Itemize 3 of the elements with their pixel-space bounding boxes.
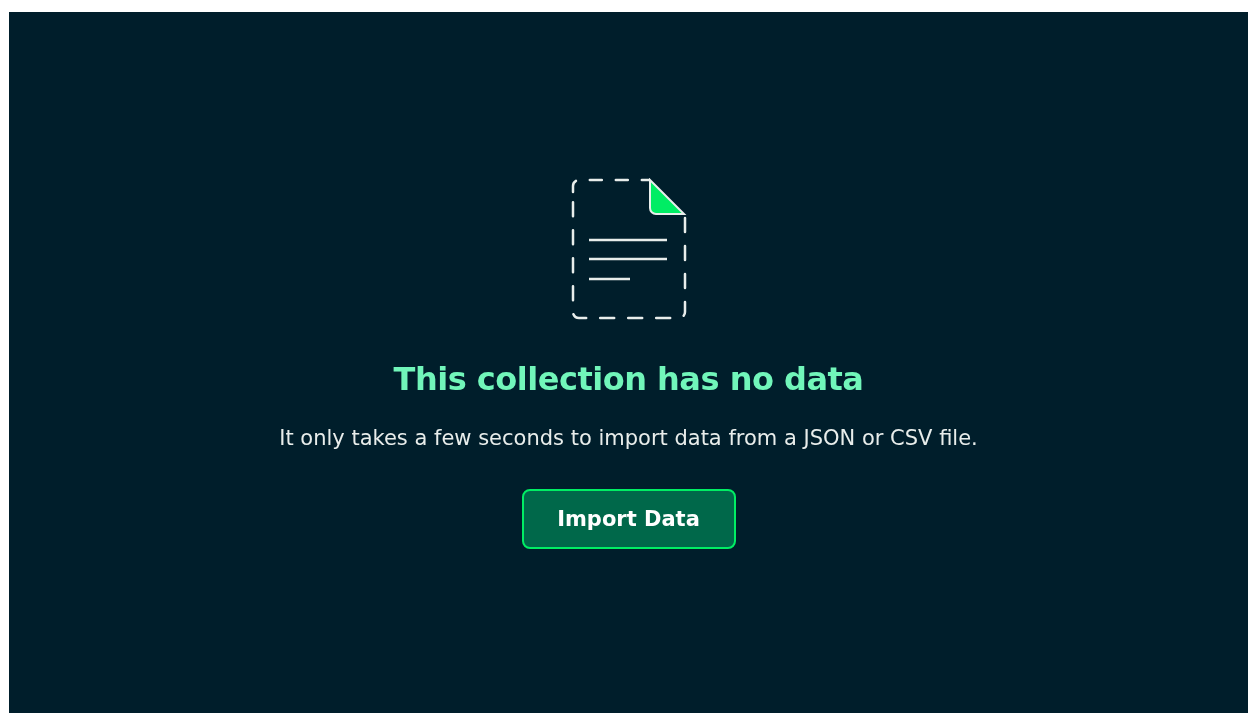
empty-state-title: This collection has no data xyxy=(393,360,864,399)
import-data-button[interactable]: Import Data xyxy=(521,489,736,550)
empty-state-message: It only takes a few seconds to import data from a JSON or CSV file. xyxy=(278,425,979,453)
